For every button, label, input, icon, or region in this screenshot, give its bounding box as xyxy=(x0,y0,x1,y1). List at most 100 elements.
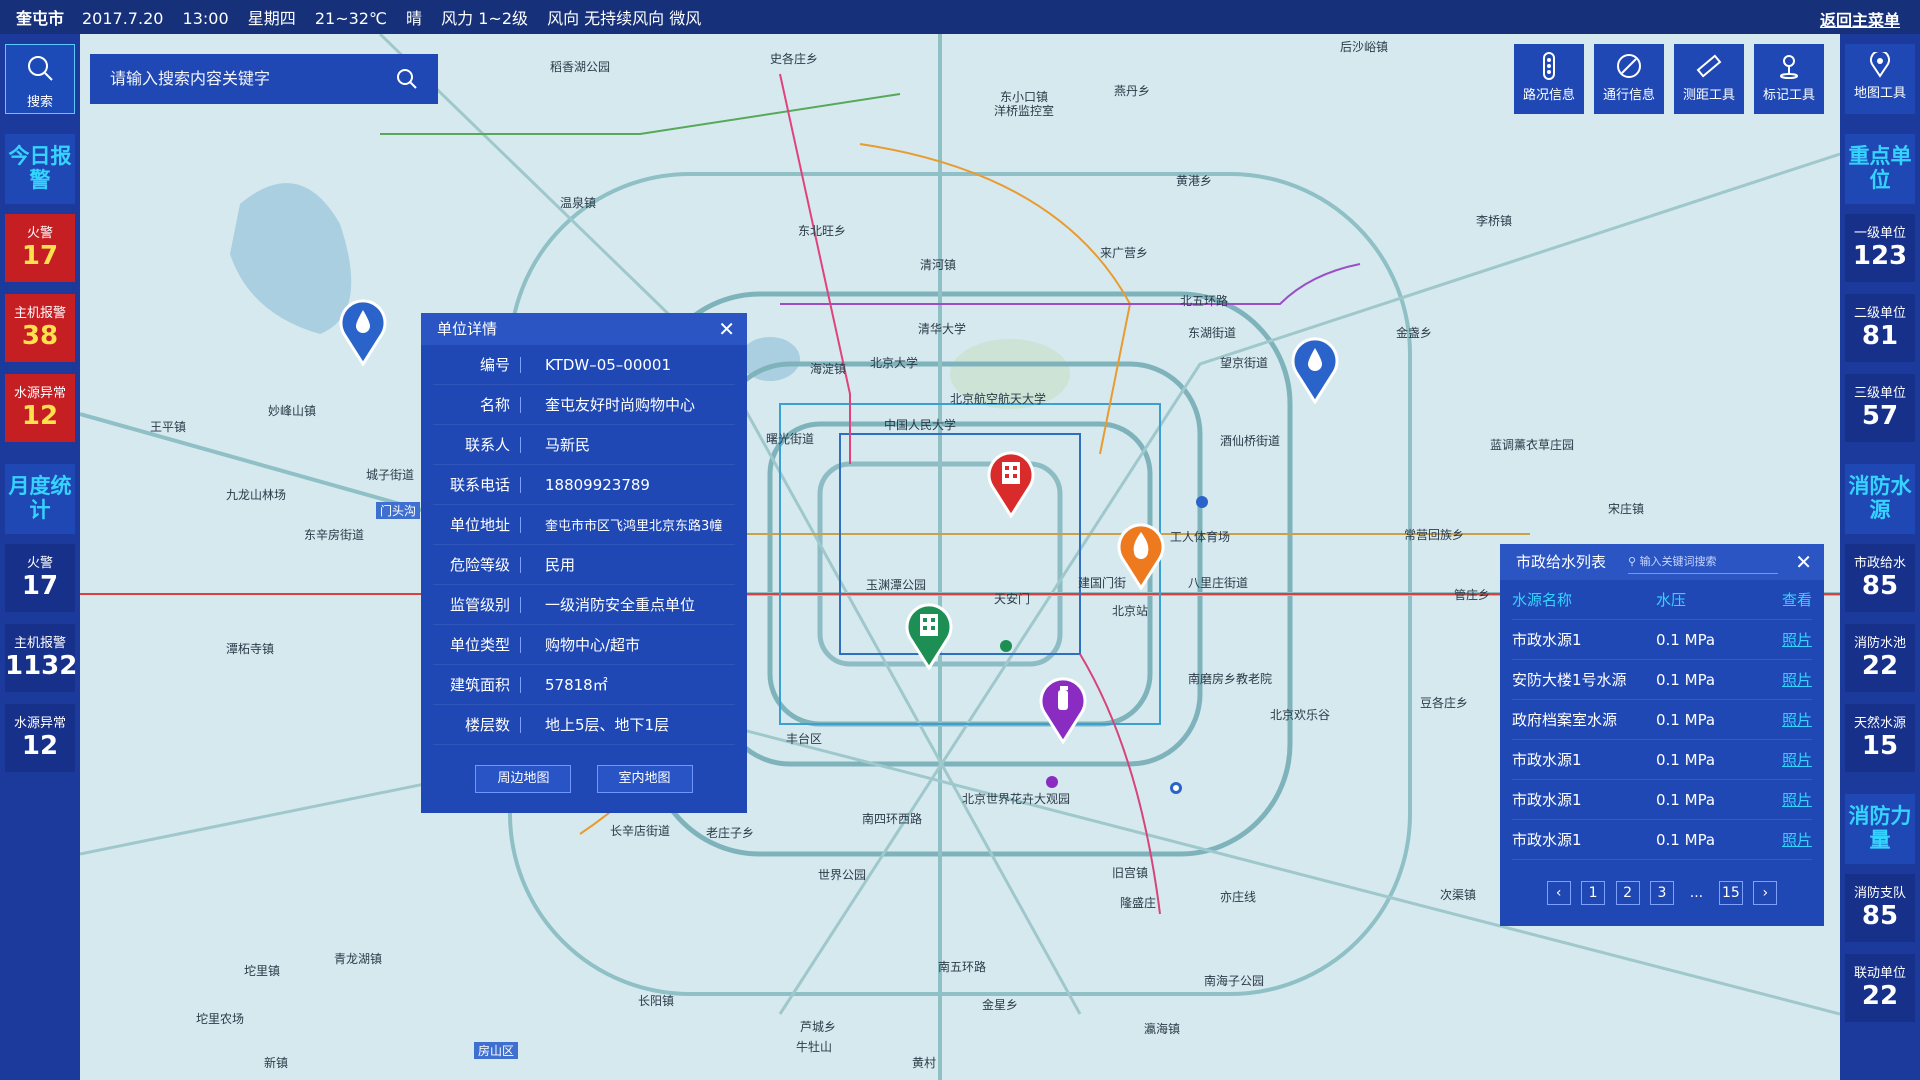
table-row: 市政水源1 0.1 MPa 照片 xyxy=(1512,740,1812,780)
map-label: 坨里镇 xyxy=(244,964,281,978)
page-button[interactable]: 2 xyxy=(1615,881,1640,905)
card-value: 22 xyxy=(1861,651,1899,681)
map-label: 青龙湖镇 xyxy=(334,952,383,966)
map-point[interactable] xyxy=(1046,776,1058,788)
card-label: 市政给水 xyxy=(1853,556,1906,571)
page-button[interactable]: 15 xyxy=(1718,881,1743,905)
back-to-menu-link[interactable]: 返回主菜单 xyxy=(1820,7,1900,31)
wind-direction: 风向 无持续风向 微风 xyxy=(547,9,702,28)
map-label: 宋庄镇 xyxy=(1608,502,1645,516)
map-label: 东湖街道 xyxy=(1188,326,1237,340)
fire-brigade-card[interactable]: 消防支队 85 xyxy=(1845,874,1915,942)
month-fire-card[interactable]: 火警 17 xyxy=(5,544,75,612)
traffic-info-button[interactable]: 通行信息 xyxy=(1594,44,1664,114)
detail-key: 危险等级 xyxy=(433,556,521,573)
map-label: 南磨房乡教老院 xyxy=(1188,672,1273,686)
page-button[interactable]: 3 xyxy=(1650,881,1674,905)
card-label: 主机报警 xyxy=(13,306,66,321)
search-input[interactable]: 请输入搜索内容关键字 xyxy=(90,54,438,104)
key-units-heading[interactable]: 重点单位 xyxy=(1845,134,1915,204)
card-value: 38 xyxy=(21,321,59,351)
today-alarm-heading[interactable]: 今日报警 xyxy=(5,134,75,204)
detail-value: 18809923789 xyxy=(545,475,650,494)
photo-link[interactable]: 照片 xyxy=(1756,629,1812,650)
card-value: 15 xyxy=(1861,731,1899,761)
level3-units-card[interactable]: 三级单位 57 xyxy=(1845,374,1915,442)
detail-key: 楼层数 xyxy=(433,716,521,733)
detail-row: 名称 奎屯友好时尚购物中心 xyxy=(433,385,735,425)
map-label: 常营回族乡 xyxy=(1404,528,1465,542)
map-label: 曙光街道 xyxy=(766,432,815,446)
natural-water-card[interactable]: 天然水源 15 xyxy=(1845,704,1915,772)
map-label: 芦城乡 xyxy=(800,1020,837,1034)
water-list-panel: 市政给水列表 ⚲ 输入关键词搜索 ✕ 水源名称 水压 查看 市政水源1 0.1 M… xyxy=(1500,544,1824,926)
wind: 风力 1~2级 xyxy=(441,9,528,28)
road-info-button[interactable]: 路况信息 xyxy=(1514,44,1584,114)
building-pin-green[interactable] xyxy=(904,600,954,670)
surrounding-map-button[interactable]: 周边地图 xyxy=(475,765,572,793)
detail-key: 单位地址 xyxy=(433,516,521,533)
fire-water-source-heading[interactable]: 消防水源 xyxy=(1845,464,1915,534)
fire-pin[interactable] xyxy=(1116,520,1166,590)
map-point[interactable] xyxy=(1196,496,1208,508)
indoor-map-button[interactable]: 室内地图 xyxy=(596,765,693,793)
extinguisher-pin[interactable] xyxy=(1038,674,1088,744)
map-tool-label: 地图工具 xyxy=(1853,86,1906,101)
map-label: 玉渊潭公园 xyxy=(866,578,927,592)
city-name: 奎屯市 xyxy=(16,9,65,28)
map-label: 北京站 xyxy=(1112,604,1149,618)
photo-link[interactable]: 照片 xyxy=(1756,669,1812,690)
close-icon[interactable]: ✕ xyxy=(718,313,735,345)
photo-link[interactable]: 照片 xyxy=(1756,749,1812,770)
today-host-alarm-card[interactable]: 主机报警 38 xyxy=(5,294,75,362)
map-label: 长辛店街道 xyxy=(610,824,671,838)
detail-value: 地上5层、地下1层 xyxy=(545,716,670,734)
weekday: 星期四 xyxy=(247,9,296,28)
map-point[interactable] xyxy=(1000,640,1012,652)
water-name: 安防大楼1号水源 xyxy=(1512,671,1627,689)
water-pressure: 0.1 MPa xyxy=(1656,750,1716,769)
today-fire-card[interactable]: 火警 17 xyxy=(5,214,75,282)
table-row: 市政水源1 0.1 MPa 照片 xyxy=(1512,620,1812,660)
water-list-search-input[interactable]: ⚲ 输入关键词搜索 xyxy=(1628,550,1778,574)
water-source-pin[interactable] xyxy=(1290,334,1340,404)
level2-units-card[interactable]: 二级单位 81 xyxy=(1845,294,1915,362)
municipal-water-card[interactable]: 市政给水 85 xyxy=(1845,544,1915,612)
monthly-stats-heading[interactable]: 月度统计 xyxy=(5,464,75,534)
measure-tool-button[interactable]: 测距工具 xyxy=(1674,44,1744,114)
prev-page-icon[interactable]: ‹ xyxy=(1546,881,1571,905)
photo-link[interactable]: 照片 xyxy=(1756,709,1812,730)
search-button[interactable]: 搜索 xyxy=(5,44,75,114)
search-icon[interactable] xyxy=(396,68,418,90)
building-pin-red[interactable] xyxy=(986,448,1036,518)
level1-units-card[interactable]: 一级单位 123 xyxy=(1845,214,1915,282)
linkage-unit-card[interactable]: 联动单位 22 xyxy=(1845,954,1915,1022)
card-value: 81 xyxy=(1861,321,1899,351)
map-label: 黄村 xyxy=(912,1056,937,1070)
close-icon[interactable]: ✕ xyxy=(1795,544,1812,580)
card-value: 17 xyxy=(21,241,59,271)
water-search-placeholder: 输入关键词搜索 xyxy=(1639,555,1717,568)
today-water-abnormal-card[interactable]: 水源异常 12 xyxy=(5,374,75,442)
next-page-icon[interactable]: › xyxy=(1753,881,1778,905)
mark-tool-button[interactable]: 标记工具 xyxy=(1754,44,1824,114)
water-source-pin[interactable] xyxy=(338,296,388,366)
page-button[interactable]: 1 xyxy=(1581,881,1606,905)
map-tool-button[interactable]: 地图工具 xyxy=(1845,44,1915,114)
detail-key: 编号 xyxy=(433,356,521,373)
month-water-abnormal-card[interactable]: 水源异常 12 xyxy=(5,704,75,772)
detail-row: 监管级别 一级消防安全重点单位 xyxy=(433,585,735,625)
map-point[interactable] xyxy=(1170,782,1182,794)
measure-tool-label: 测距工具 xyxy=(1682,88,1735,103)
fire-force-heading[interactable]: 消防力量 xyxy=(1845,794,1915,864)
month-host-alarm-card[interactable]: 主机报警 1132 xyxy=(5,624,78,692)
detail-value: 奎屯友好时尚购物中心 xyxy=(545,396,696,414)
photo-link[interactable]: 照片 xyxy=(1756,829,1812,850)
card-label: 消防水池 xyxy=(1853,636,1906,651)
card-value: 1132 xyxy=(5,651,78,681)
table-row: 市政水源1 0.1 MPa 照片 xyxy=(1512,820,1812,860)
fire-pool-card[interactable]: 消防水池 22 xyxy=(1845,624,1915,692)
water-name: 市政水源1 xyxy=(1512,791,1582,809)
photo-link[interactable]: 照片 xyxy=(1756,789,1812,810)
detail-row: 单位地址 奎屯市市区飞鸿里北京东路3幢 xyxy=(433,505,735,545)
